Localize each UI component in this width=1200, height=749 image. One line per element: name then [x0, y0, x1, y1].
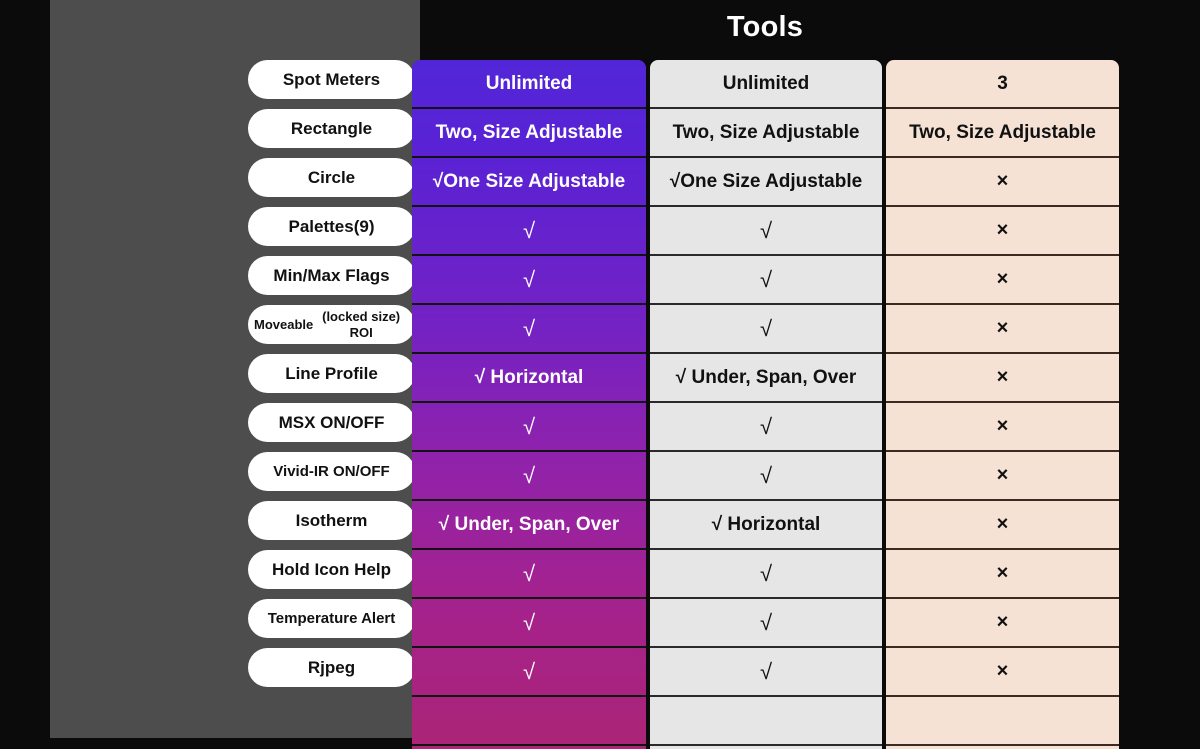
feature-label-pill: Line Profile: [248, 354, 415, 393]
table-cell: √: [650, 207, 882, 256]
table-cell: Unlimited: [650, 60, 882, 109]
table-cell: √ Horizontal: [412, 354, 646, 403]
table-cell: ×: [886, 158, 1119, 207]
table-cell: √: [650, 550, 882, 599]
table-cell: ×: [886, 501, 1119, 550]
table-cell: ×: [886, 403, 1119, 452]
feature-label-pill: Isotherm: [248, 501, 415, 540]
table-cell: ×: [886, 305, 1119, 354]
column-device-1: Unlimited Two, Size Adjustable √One Size A…: [412, 60, 646, 749]
table-cell: Two, Size Adjustable: [886, 109, 1119, 158]
table-cell: √: [412, 599, 646, 648]
feature-label-pill: Hold Icon Help: [248, 550, 415, 589]
table-cell: √: [650, 403, 882, 452]
table-cell: √: [650, 648, 882, 697]
table-cell: √: [650, 305, 882, 354]
feature-label-line: (locked size) ROI: [322, 309, 401, 340]
feature-label-line: Moveable: [254, 316, 314, 332]
feature-label-pill: Spot Meters: [248, 60, 415, 99]
table-cell: 3: [886, 60, 1119, 109]
table-cell: √One Size Adjustable: [412, 158, 646, 207]
column-device-3: 3 Two, Size Adjustable × × × × × × × × × × ×: [886, 60, 1119, 749]
table-cell-empty: [412, 697, 646, 746]
table-cell: Two, Size Adjustable: [412, 109, 646, 158]
table-cell: Unlimited: [412, 60, 646, 109]
feature-label-pill: Rectangle: [248, 109, 415, 148]
comparison-table-slide: Tools Spot Meters Rectangle Circle Palettes…: [0, 0, 1200, 749]
table-cell: √: [412, 305, 646, 354]
table-cell: ×: [886, 648, 1119, 697]
table-cell: √ Under, Span, Over: [650, 354, 882, 403]
table-cell: √: [412, 550, 646, 599]
table-cell-empty: [650, 697, 882, 746]
table-cell: ×: [886, 207, 1119, 256]
table-cell: √: [412, 452, 646, 501]
table-cell: √: [412, 403, 646, 452]
feature-label-pill: Min/Max Flags: [248, 256, 415, 295]
table-cell: √: [412, 648, 646, 697]
table-cell: ×: [886, 256, 1119, 305]
table-cell: √: [412, 256, 646, 305]
table-cell: √: [412, 207, 646, 256]
table-cell: √: [650, 599, 882, 648]
table-cell: ×: [886, 599, 1119, 648]
feature-label-pill: Rjpeg: [248, 648, 415, 687]
feature-label-pill: Moveable (locked size) ROI: [248, 305, 415, 344]
feature-label-pill: Temperature Alert: [248, 599, 415, 638]
table-cell: √ Under, Span, Over: [412, 501, 646, 550]
feature-label-pill: Circle: [248, 158, 415, 197]
table-cell: ×: [886, 452, 1119, 501]
feature-label-pill: Palettes(9): [248, 207, 415, 246]
feature-label-pill: MSX ON/OFF: [248, 403, 415, 442]
column-device-2: Unlimited Two, Size Adjustable √One Size A…: [650, 60, 882, 749]
feature-label-pill: Vivid-IR ON/OFF: [248, 452, 415, 491]
table-cell: ×: [886, 550, 1119, 599]
table-cell: √: [650, 452, 882, 501]
page-title: Tools: [726, 11, 804, 43]
feature-label-column: Spot Meters Rectangle Circle Palettes(9) Min…: [248, 60, 415, 697]
table-cell: Two, Size Adjustable: [650, 109, 882, 158]
table-cell: √: [650, 256, 882, 305]
table-cell: ×: [886, 354, 1119, 403]
table-cell: √ Horizontal: [650, 501, 882, 550]
table-cell-empty: [886, 697, 1119, 746]
table-cell: √One Size Adjustable: [650, 158, 882, 207]
